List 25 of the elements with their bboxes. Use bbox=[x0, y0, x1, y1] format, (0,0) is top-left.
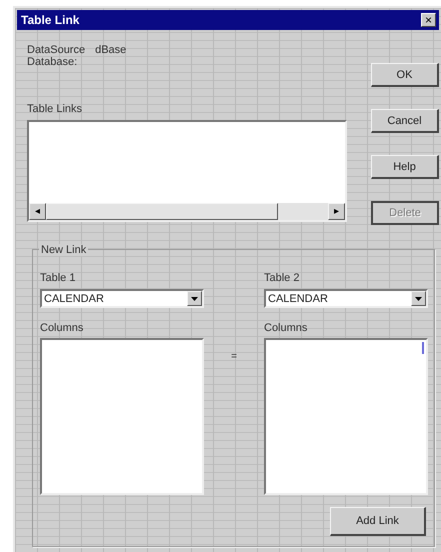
columns-label: Columns bbox=[264, 322, 308, 336]
columns-list[interactable] bbox=[40, 338, 204, 495]
columns-list[interactable] bbox=[264, 338, 428, 495]
horizontal-scrollbar[interactable]: ◂ ▸ bbox=[29, 203, 345, 220]
group-title: New Link bbox=[39, 244, 88, 256]
window-title: Table Link bbox=[21, 13, 80, 27]
datasource-value: dBase bbox=[95, 44, 126, 56]
dialog-button[interactable]: Help bbox=[371, 155, 439, 179]
dialog-button[interactable]: Cancel bbox=[371, 109, 439, 133]
scroll-thumb[interactable] bbox=[46, 203, 278, 220]
table-links-list[interactable]: ◂ ▸ bbox=[27, 120, 347, 222]
table-dropdown[interactable]: CALENDAR bbox=[40, 289, 204, 308]
close-button[interactable]: × bbox=[421, 13, 436, 27]
scroll-right-button[interactable]: ▸ bbox=[328, 203, 345, 220]
database-label: Database: bbox=[27, 56, 78, 68]
add-link-button[interactable]: Add Link bbox=[330, 507, 426, 536]
scroll-left-button[interactable]: ◂ bbox=[29, 203, 46, 220]
table-dropdown[interactable]: CALENDAR bbox=[264, 289, 428, 308]
table-links-label: Table Links bbox=[27, 103, 84, 115]
table-label: Table 1 bbox=[40, 272, 76, 286]
table-label: Table 2 bbox=[264, 272, 300, 286]
columns-label: Columns bbox=[40, 322, 84, 336]
equals-sign: = bbox=[231, 352, 237, 364]
dialog-button[interactable]: OK bbox=[371, 63, 439, 87]
datasource-label: DataSource bbox=[27, 44, 86, 56]
